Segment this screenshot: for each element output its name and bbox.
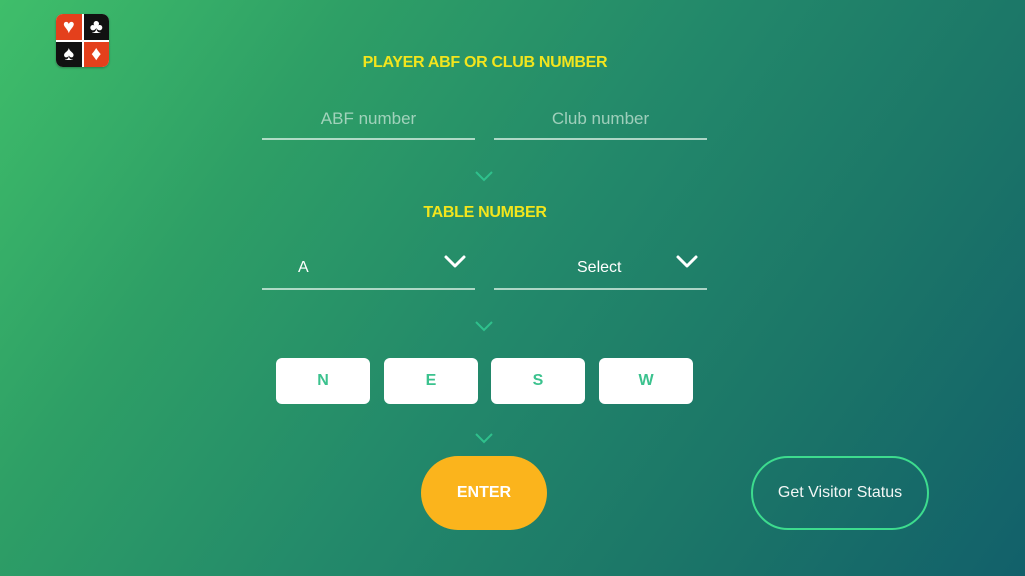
table-select-value: Select: [577, 259, 622, 276]
seat-north-button[interactable]: N: [276, 358, 370, 404]
seat-west-button[interactable]: W: [599, 358, 693, 404]
chevron-down-icon: [475, 171, 493, 182]
player-number-title: PLAYER ABF OR CLUB NUMBER: [362, 54, 608, 71]
get-visitor-status-button[interactable]: Get Visitor Status: [751, 456, 929, 530]
heart-icon: ♥: [56, 14, 82, 40]
chevron-down-icon: [475, 433, 493, 444]
chevron-down-icon: [475, 321, 493, 332]
table-select[interactable]: Select: [494, 248, 707, 290]
table-number-title: TABLE NUMBER: [423, 204, 547, 221]
club-number-input[interactable]: [494, 109, 707, 129]
chevron-down-icon: [676, 255, 698, 268]
section-select[interactable]: A: [262, 248, 475, 290]
section-select-value: A: [298, 259, 309, 276]
abf-number-input[interactable]: [262, 109, 475, 129]
seat-south-button[interactable]: S: [491, 358, 585, 404]
abf-number-field[interactable]: [262, 100, 475, 140]
enter-button[interactable]: ENTER: [421, 456, 547, 530]
seat-east-button[interactable]: E: [384, 358, 478, 404]
chevron-down-icon: [444, 255, 466, 268]
club-icon: ♣: [83, 14, 109, 40]
club-number-field[interactable]: [494, 100, 707, 140]
